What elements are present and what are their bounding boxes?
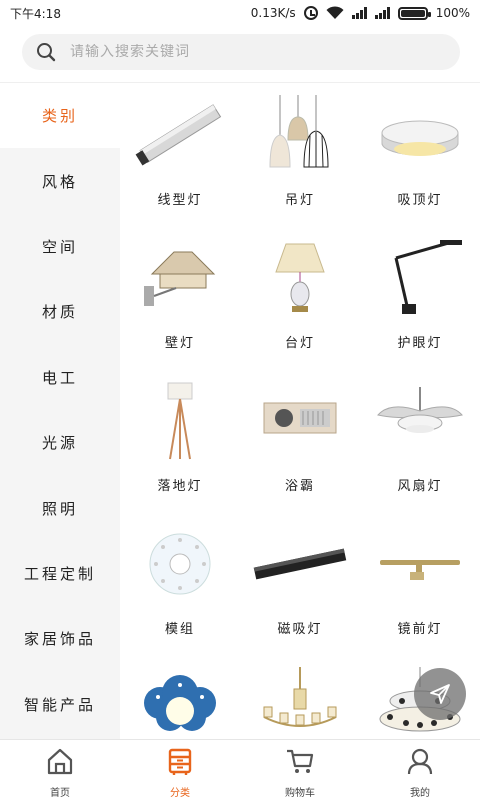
product-category-cell[interactable]: 线型灯 bbox=[120, 83, 240, 226]
product-category-label: 落地灯 bbox=[157, 479, 203, 494]
table-lamp-icon bbox=[250, 238, 350, 318]
chandelier-icon bbox=[250, 667, 350, 739]
search-icon bbox=[36, 42, 56, 62]
product-category-cell[interactable]: 磁吸灯 bbox=[240, 512, 360, 655]
tab-category[interactable]: 分类 bbox=[120, 740, 240, 800]
sidebar-item-label: 家居饰品 bbox=[23, 630, 96, 649]
product-category-cell[interactable]: 模组 bbox=[120, 512, 240, 655]
status-time: 下午4:18 bbox=[10, 6, 61, 21]
sidebar-item-label: 光源 bbox=[41, 434, 78, 453]
product-category-cell[interactable]: 吸顶灯 bbox=[360, 83, 480, 226]
linear-light-icon bbox=[130, 95, 230, 175]
home-icon bbox=[45, 746, 75, 780]
sidebar-item-label: 照明 bbox=[41, 499, 78, 518]
mirror-light-icon bbox=[370, 524, 470, 604]
app-root: 下午4:18 0.13K/s 100% 类别风格空间材质电工光源照明工程定制家居… bbox=[0, 0, 480, 800]
tab-cart[interactable]: 购物车 bbox=[240, 740, 360, 800]
sidebar-item-label: 工程定制 bbox=[23, 564, 96, 583]
fan-light-icon bbox=[370, 381, 470, 461]
product-category-label: 壁灯 bbox=[164, 336, 195, 351]
sidebar-item-label: 类别 bbox=[41, 107, 78, 126]
sidebar-item-4[interactable]: 电工 bbox=[0, 345, 120, 410]
ceiling-light-icon bbox=[370, 95, 470, 175]
sidebar-item-1[interactable]: 风格 bbox=[0, 148, 120, 213]
sidebar-item-label: 电工 bbox=[41, 368, 78, 387]
product-category-label: 浴霸 bbox=[284, 479, 315, 494]
signal-icon-2 bbox=[374, 7, 390, 19]
product-category-cell[interactable]: 吊灯 bbox=[240, 83, 360, 226]
sidebar-item-2[interactable]: 空间 bbox=[0, 214, 120, 279]
product-category-cell[interactable]: 风扇灯 bbox=[360, 369, 480, 512]
product-category-label: 镜前灯 bbox=[397, 622, 443, 637]
user-icon bbox=[405, 746, 435, 780]
product-category-label: 台灯 bbox=[284, 336, 315, 351]
product-category-label: 吊灯 bbox=[284, 193, 315, 208]
product-category-cell[interactable]: 浴霸 bbox=[240, 369, 360, 512]
wifi-icon bbox=[326, 6, 344, 20]
product-category-label: 风扇灯 bbox=[397, 479, 443, 494]
alarm-icon bbox=[303, 6, 318, 20]
search-input[interactable] bbox=[70, 44, 410, 60]
sidebar-item-label: 空间 bbox=[41, 237, 78, 256]
sidebar-item-9[interactable]: 智能产品 bbox=[0, 672, 120, 737]
sidebar-item-5[interactable]: 光源 bbox=[0, 410, 120, 475]
magnetic-track-icon bbox=[250, 524, 350, 604]
battery-fill bbox=[400, 9, 425, 17]
desk-lamp-icon bbox=[370, 238, 470, 318]
send-icon bbox=[430, 684, 450, 704]
category-sidebar: 类别风格空间材质电工光源照明工程定制家居饰品智能产品 bbox=[0, 83, 120, 739]
product-category-label: 护眼灯 bbox=[397, 336, 443, 351]
product-category-label: 线型灯 bbox=[157, 193, 203, 208]
product-category-cell[interactable] bbox=[240, 655, 360, 739]
status-bar: 下午4:18 0.13K/s 100% bbox=[0, 0, 480, 26]
sidebar-item-label: 材质 bbox=[41, 303, 78, 322]
pendant-light-icon bbox=[250, 95, 350, 175]
product-category-label: 磁吸灯 bbox=[277, 622, 323, 637]
product-category-cell[interactable]: 镜前灯 bbox=[360, 512, 480, 655]
share-float-button[interactable] bbox=[414, 668, 466, 720]
product-category-cell[interactable]: 台灯 bbox=[240, 226, 360, 369]
kids-light-icon bbox=[130, 667, 230, 739]
tab-label: 我的 bbox=[410, 788, 430, 799]
battery-percent: 100% bbox=[435, 6, 470, 20]
product-category-cell[interactable]: 落地灯 bbox=[120, 369, 240, 512]
tab-label: 首页 bbox=[50, 788, 70, 799]
bath-heater-icon bbox=[250, 381, 350, 461]
product-category-label: 模组 bbox=[164, 622, 195, 637]
sidebar-item-label: 智能产品 bbox=[23, 695, 96, 714]
tab-user[interactable]: 我的 bbox=[360, 740, 480, 800]
floor-lamp-icon bbox=[130, 381, 230, 461]
sidebar-item-8[interactable]: 家居饰品 bbox=[0, 606, 120, 671]
cart-icon bbox=[285, 746, 315, 780]
sidebar-item-3[interactable]: 材质 bbox=[0, 279, 120, 344]
tab-label: 分类 bbox=[170, 788, 190, 799]
product-grid: 线型灯 吊灯 吸顶灯壁灯 台灯 护眼灯落地灯 浴霸 风扇灯模组 磁吸灯 镜前灯 bbox=[120, 83, 480, 739]
sidebar-item-7[interactable]: 工程定制 bbox=[0, 541, 120, 606]
battery-icon bbox=[397, 6, 431, 20]
sidebar-item-6[interactable]: 照明 bbox=[0, 475, 120, 540]
sidebar-item-0[interactable]: 类别 bbox=[0, 83, 120, 149]
status-indicators: 0.13K/s 100% bbox=[251, 6, 470, 20]
signal-icon-1 bbox=[351, 7, 367, 19]
sidebar-item-label: 风格 bbox=[41, 172, 78, 191]
network-speed: 0.13K/s bbox=[250, 6, 296, 20]
product-category-label: 吸顶灯 bbox=[397, 193, 443, 208]
bottom-tabbar: 首页 分类 购物车 我的 bbox=[0, 739, 480, 800]
product-category-cell[interactable] bbox=[120, 655, 240, 739]
led-module-icon bbox=[130, 524, 230, 604]
wall-light-icon bbox=[130, 238, 230, 318]
tab-label: 购物车 bbox=[285, 788, 315, 799]
search-bar[interactable] bbox=[22, 34, 460, 70]
product-category-cell[interactable]: 壁灯 bbox=[120, 226, 240, 369]
category-icon bbox=[165, 746, 195, 780]
tab-home[interactable]: 首页 bbox=[0, 740, 120, 800]
product-category-cell[interactable]: 护眼灯 bbox=[360, 226, 480, 369]
